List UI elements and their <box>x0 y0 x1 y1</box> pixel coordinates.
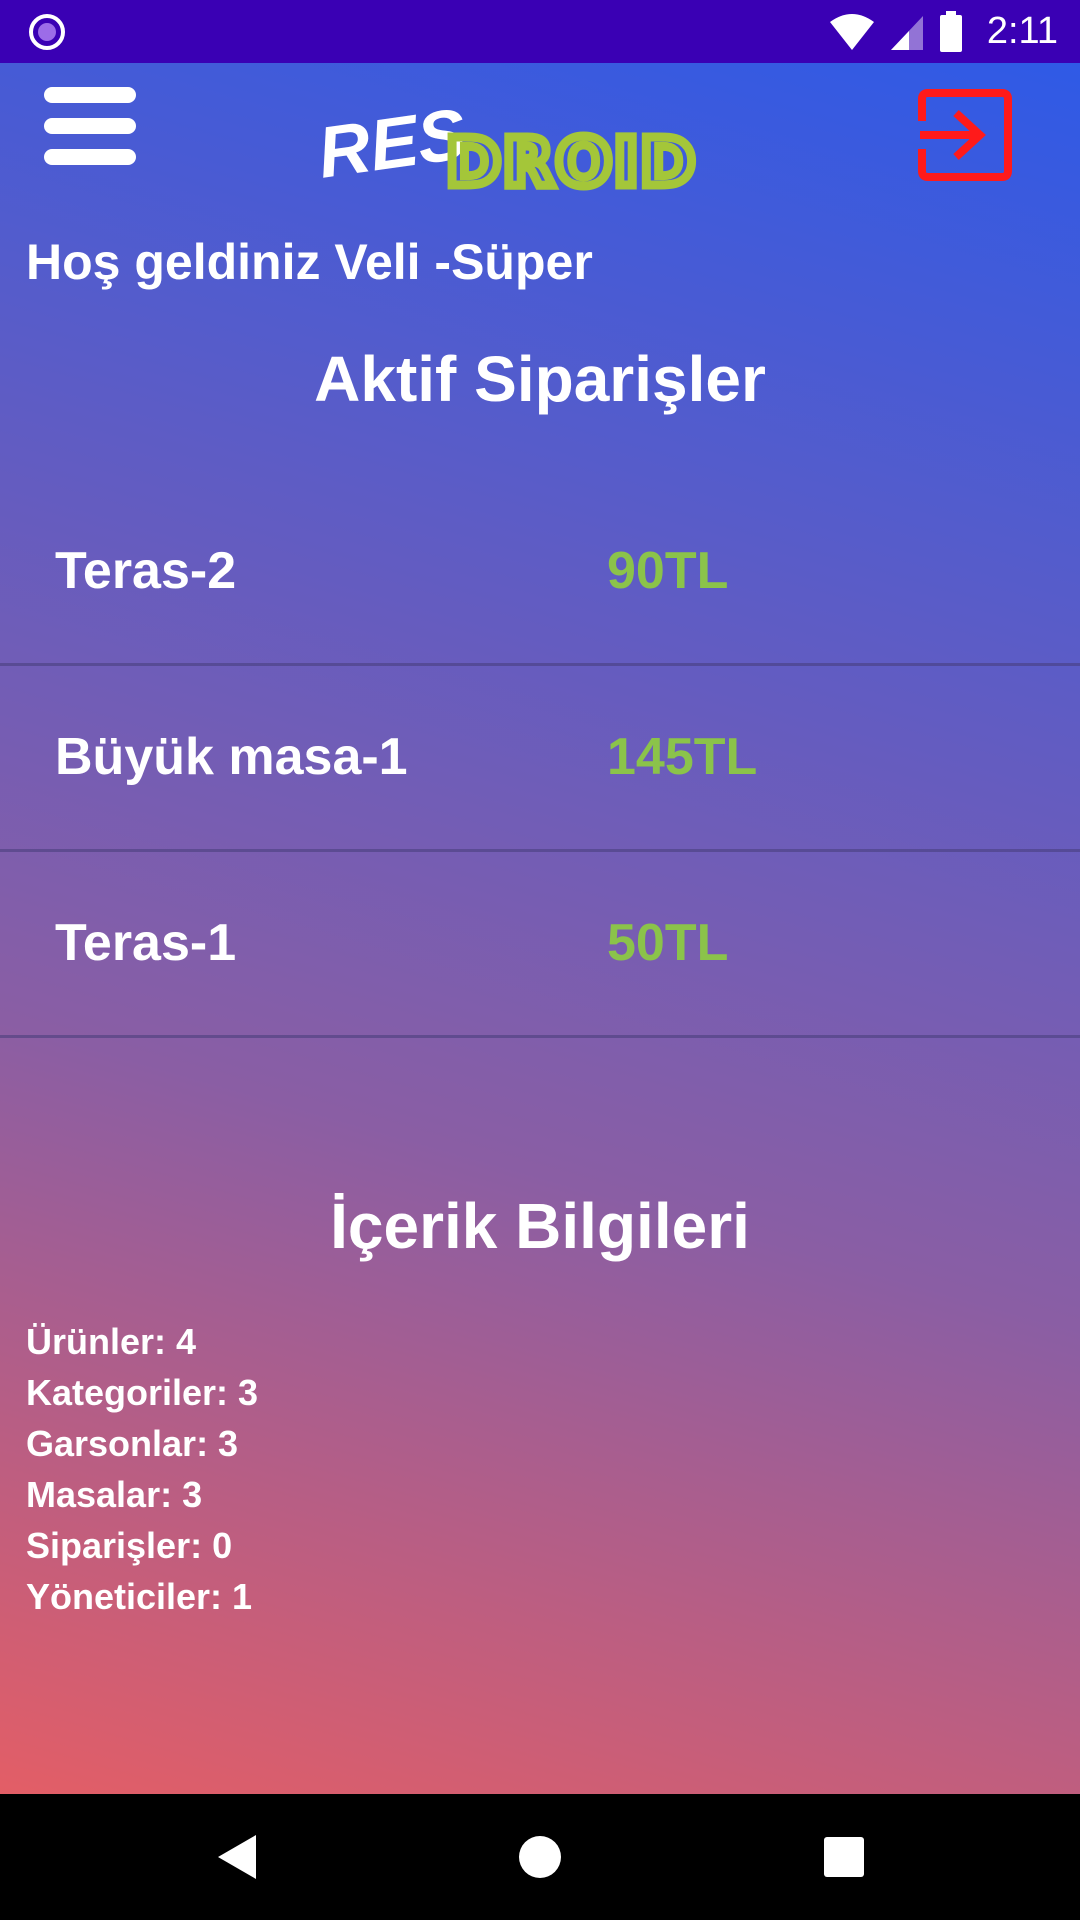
logout-icon[interactable] <box>916 89 1014 181</box>
order-price: 145TL <box>607 728 758 786</box>
stat-categories: Kategoriler: 3 <box>26 1372 259 1413</box>
menu-icon-bar <box>44 87 136 103</box>
notification-circle-icon <box>29 14 65 50</box>
stat-products: Ürünler: 4 <box>26 1321 197 1362</box>
home-icon[interactable] <box>500 1817 580 1897</box>
app-content: RES DROID Hoş geldiniz Veli -Süper Aktif… <box>0 63 1080 1794</box>
order-table-name: Büyük masa-1 <box>55 728 408 786</box>
order-table-name: Teras-2 <box>55 542 237 600</box>
wifi-icon <box>829 13 874 50</box>
status-icons: 2:11 <box>829 0 1058 63</box>
menu-icon-bar <box>44 118 136 134</box>
order-row[interactable]: Teras-2 90TL <box>0 480 1080 666</box>
stat-tables: Masalar: 3 <box>26 1474 203 1515</box>
stat-orders: Siparişler: 0 <box>26 1525 233 1566</box>
resdroid-logo: RES DROID <box>313 94 699 203</box>
order-price: 50TL <box>607 914 729 972</box>
back-icon[interactable] <box>196 1817 276 1897</box>
status-time: 2:11 <box>986 10 1058 52</box>
stat-waiters: Garsonlar: 3 <box>26 1423 239 1464</box>
content-info-list: Ürünler: 4 Kategoriler: 3 Garsonlar: 3 M… <box>26 1316 258 1622</box>
menu-icon-bar <box>44 149 136 165</box>
screen: 2:11 RES DROID Hoş geldiniz Veli -Süper … <box>0 0 1080 1920</box>
welcome-text: Hoş geldiniz Veli -Süper <box>26 234 593 290</box>
logo-secondary-text: DROID <box>446 124 697 201</box>
content-info-title: İçerik Bilgileri <box>330 1190 750 1262</box>
battery-icon <box>939 10 962 52</box>
menu-button[interactable] <box>44 87 136 165</box>
active-orders-title: Aktif Siparişler <box>314 343 766 415</box>
stat-admins: Yöneticiler: 1 <box>26 1576 253 1617</box>
status-bar: 2:11 <box>0 0 1080 63</box>
order-price: 90TL <box>607 542 729 600</box>
order-row[interactable]: Büyük masa-1 145TL <box>0 666 1080 852</box>
cellular-signal-icon <box>890 15 923 50</box>
active-orders-list: Teras-2 90TL Büyük masa-1 145TL Teras-1 … <box>0 480 1080 1038</box>
order-row[interactable]: Teras-1 50TL <box>0 852 1080 1038</box>
navigation-bar <box>0 1794 1080 1920</box>
recent-apps-icon[interactable] <box>804 1817 884 1897</box>
toolbar: RES DROID <box>0 63 1080 211</box>
order-table-name: Teras-1 <box>55 914 237 972</box>
